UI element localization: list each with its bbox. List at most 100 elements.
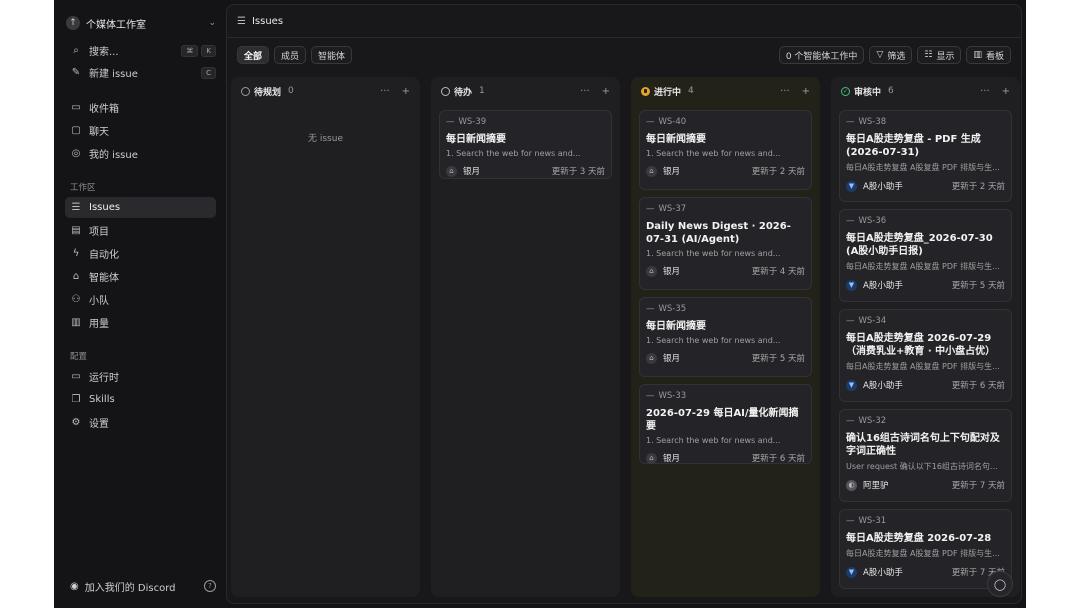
more-icon[interactable]: ··· bbox=[380, 86, 390, 97]
issue-card[interactable]: — WS-38 每日A股走势复盘 - PDF 生成 (2026-07-31) 每日… bbox=[839, 110, 1012, 202]
issue-card[interactable]: — WS-40 每日新闻摘要 1. Search the web for news… bbox=[639, 110, 812, 190]
robot-icon: ⌂ bbox=[646, 452, 657, 464]
board-label: 看板 bbox=[985, 51, 1004, 62]
issue-card[interactable]: — WS-32 确认16组古诗词名句上下句配对及字词正确性 User reques… bbox=[839, 409, 1012, 502]
add-icon[interactable]: + bbox=[402, 86, 410, 97]
updated-time: 更新于 6 天前 bbox=[751, 454, 805, 464]
issue-card[interactable]: — WS-36 每日A股走势复盘_2026-07-30 (A股小助手日报) 每日A… bbox=[839, 209, 1012, 302]
more-icon[interactable]: ··· bbox=[580, 86, 590, 97]
sidebar-item-label: 聊天 bbox=[89, 127, 109, 138]
sidebar-item-skills[interactable]: ❐ Skills bbox=[65, 389, 216, 410]
issue-card[interactable]: — WS-33 2026-07-29 每日AI/量化新闻摘要 1. Search … bbox=[639, 384, 812, 464]
issue-desc: 1. Search the web for news and... bbox=[446, 149, 581, 158]
sidebar-item-chat[interactable]: ▢ 聊天 bbox=[65, 120, 216, 141]
issue-id-text: WS-36 bbox=[858, 216, 887, 226]
new-issue-button[interactable]: ✎ 新建 issue C bbox=[65, 62, 216, 83]
display-label: 显示 bbox=[936, 51, 955, 62]
filter-button[interactable]: ▽ 筛选 bbox=[869, 46, 913, 64]
sliders-icon: ☷ bbox=[924, 50, 933, 60]
tab-all[interactable]: 全部 bbox=[237, 46, 270, 64]
column-title: 审核中 bbox=[854, 87, 882, 98]
add-icon[interactable]: + bbox=[602, 86, 610, 97]
more-icon[interactable]: ··· bbox=[980, 86, 990, 97]
updated-time: 更新于 4 天前 bbox=[751, 267, 805, 277]
robot-icon: ⌂ bbox=[446, 165, 457, 177]
sidebar-item-inbox[interactable]: ▭ 收件箱 bbox=[65, 97, 216, 118]
sidebar-item-label: 设置 bbox=[89, 419, 109, 430]
issue-card[interactable]: — WS-39 每日新闻摘要 1. Search the web for news… bbox=[439, 110, 612, 179]
chat-bubble-icon[interactable]: ◯ bbox=[987, 571, 1013, 597]
sidebar-item-automation[interactable]: ϟ 自动化 bbox=[65, 243, 216, 264]
priority-icon: — bbox=[846, 117, 855, 127]
issue-card[interactable]: — WS-37 Daily News Digest · 2026-07-31 (A… bbox=[639, 197, 812, 290]
discord-link[interactable]: ◉ 加入我们的 Discord ? bbox=[70, 578, 216, 594]
issue-title: 每日A股走势复盘 2026-07-29（消费乳业+教育 · 中小盘占优） bbox=[846, 333, 996, 357]
issue-title: 确认16组古诗词名句上下句配对及字词正确性 bbox=[846, 433, 1000, 457]
sidebar-item-usage[interactable]: ▥ 用量 bbox=[65, 312, 216, 333]
issue-title: 每日新闻摘要 bbox=[646, 321, 706, 332]
issue-card[interactable]: — WS-35 每日新闻摘要 1. Search the web for news… bbox=[639, 297, 812, 377]
issue-id-text: WS-37 bbox=[658, 204, 687, 214]
agents-working-button[interactable]: 0 个智能体工作中 bbox=[778, 46, 865, 64]
sidebar-item-label: 运行时 bbox=[89, 373, 119, 384]
sidebar-item-runtime[interactable]: ▭ 运行时 bbox=[65, 366, 216, 387]
tab-members[interactable]: 成员 bbox=[274, 46, 307, 64]
issue-id-text: WS-39 bbox=[458, 117, 487, 127]
issue-id: — WS-35 bbox=[646, 304, 805, 316]
agent-avatar-icon: ▼ bbox=[846, 566, 857, 578]
assignee: 银月 bbox=[663, 167, 681, 177]
issue-title: Daily News Digest · 2026-07-31 (AI/Agent… bbox=[646, 221, 791, 245]
sidebar-item-my-issues[interactable]: ◎ 我的 issue bbox=[65, 143, 216, 164]
column-in-progress: 进行中 4 ··· + — WS-40 每日新闻摘要 1. Search the w… bbox=[631, 77, 820, 597]
agent-avatar-icon: ▼ bbox=[846, 279, 857, 291]
issue-id: — WS-36 bbox=[846, 216, 1005, 228]
add-icon[interactable]: + bbox=[802, 86, 810, 97]
sidebar-item-label: 我的 issue bbox=[89, 150, 138, 161]
workspace-switcher[interactable]: ↑ 个媒体工作室 ⌄ bbox=[66, 12, 216, 34]
updated-time: 更新于 5 天前 bbox=[951, 281, 1005, 291]
monitor-icon: ▭ bbox=[71, 371, 81, 382]
issue-title: 每日新闻摘要 bbox=[446, 134, 506, 145]
issue-card[interactable]: — WS-31 每日A股走势复盘 2026-07-28 每日A股走势复盘 A股复盘… bbox=[839, 509, 1012, 589]
assignee: A股小助手 bbox=[863, 381, 903, 391]
help-icon[interactable]: ? bbox=[204, 580, 216, 592]
sidebar-item-squads[interactable]: ⚇ 小队 bbox=[65, 289, 216, 310]
assignee: 银月 bbox=[663, 267, 681, 277]
issue-id-text: WS-34 bbox=[858, 316, 887, 326]
issue-card[interactable]: — WS-34 每日A股走势复盘 2026-07-29（消费乳业+教育 · 中小盘… bbox=[839, 309, 1012, 402]
sidebar-item-agents[interactable]: ⌂ 智能体 bbox=[65, 266, 216, 287]
search-icon: ⌕ bbox=[73, 45, 79, 56]
add-icon[interactable]: + bbox=[1002, 86, 1010, 97]
filter-icon: ▽ bbox=[876, 50, 884, 60]
new-issue-shortcut: C bbox=[201, 66, 216, 79]
list-check-icon: ☰ bbox=[71, 202, 81, 213]
issue-desc: 1. Search the web for news and... bbox=[646, 149, 781, 158]
sidebar-item-issues[interactable]: ☰ Issues bbox=[65, 197, 216, 218]
tab-agents[interactable]: 智能体 bbox=[311, 46, 353, 64]
sidebar-item-settings[interactable]: ⚙ 设置 bbox=[65, 412, 216, 433]
issue-id-text: WS-38 bbox=[858, 117, 887, 127]
assignee: 银月 bbox=[663, 354, 681, 364]
search-button[interactable]: ⌕ 搜索... ⌘ K bbox=[65, 40, 216, 61]
sidebar-item-projects[interactable]: ▤ 项目 bbox=[65, 220, 216, 241]
issue-id-text: WS-32 bbox=[858, 416, 887, 426]
main-panel: ☰ Issues 全部 成员 智能体 0 个智能体工作中 ▽ 筛选 ☷ 显示 ▥ 看板… bbox=[226, 4, 1022, 604]
display-button[interactable]: ☷ 显示 bbox=[917, 46, 962, 64]
issue-id-text: WS-31 bbox=[858, 516, 887, 526]
issue-id-text: WS-40 bbox=[658, 117, 687, 127]
priority-icon: — bbox=[446, 117, 455, 127]
kbd-cmd: ⌘ bbox=[181, 44, 199, 57]
priority-icon: — bbox=[846, 316, 855, 326]
search-shortcut: ⌘ K bbox=[181, 44, 216, 57]
chat-icon: ▢ bbox=[71, 125, 81, 136]
updated-time: 更新于 6 天前 bbox=[951, 381, 1005, 391]
more-icon[interactable]: ··· bbox=[780, 86, 790, 97]
list-check-icon: ☰ bbox=[237, 15, 246, 27]
card-footer: ⌂ 银月 更新于 3 天前 bbox=[446, 164, 605, 178]
issue-title: 每日A股走势复盘 2026-07-28 bbox=[846, 533, 992, 544]
robot-icon: ⌂ bbox=[72, 271, 80, 282]
bar-chart-icon: ▥ bbox=[71, 317, 81, 328]
agent-avatar-icon: ▼ bbox=[846, 379, 857, 391]
issue-title: 每日新闻摘要 bbox=[646, 134, 706, 145]
board-view-button[interactable]: ▥ 看板 bbox=[966, 46, 1011, 64]
